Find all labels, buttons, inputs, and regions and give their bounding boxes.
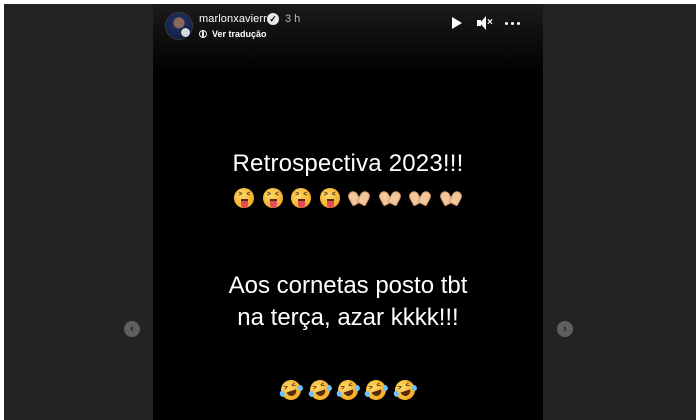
heart-hands-icon [376, 188, 403, 208]
rolling-laughing-icon: > < [392, 377, 418, 403]
verified-badge-icon: ✓ [267, 13, 279, 25]
play-icon[interactable] [447, 14, 465, 32]
rolling-laughing-icon: > < [335, 377, 361, 403]
username-link[interactable]: marlonxavierr [199, 13, 267, 25]
story-body-line-2: na terça, azar kkkk!!! [237, 304, 459, 331]
chevron-right-icon: › [563, 323, 567, 335]
avatar[interactable] [165, 12, 193, 40]
heart-hands-icon [437, 188, 464, 208]
heart-hands-icon [407, 188, 433, 208]
chevron-left-icon: ‹ [130, 323, 134, 335]
rolling-laughing-icon: > < [278, 377, 304, 403]
avatar-badge [180, 27, 191, 38]
post-time: 3 h [285, 13, 301, 25]
mute-icon[interactable]: × [475, 14, 493, 32]
squinting-tongue-face-icon: > < [319, 188, 340, 208]
rolling-laughing-icon: > < [306, 377, 333, 403]
story-body: Aos cornetas posto tbt na terça, azar kk… [153, 270, 543, 334]
next-story-button[interactable]: › [557, 321, 573, 337]
story-headline: Retrospectiva 2023!!! [232, 150, 464, 177]
emoji-row-2: > < > < > < > < > < [153, 377, 543, 403]
story-card[interactable]: marlonxavierr ✓ 3 h Ver tradução × Retro… [153, 4, 543, 420]
squinting-tongue-face-icon: > < [234, 188, 255, 208]
more-options-icon[interactable] [503, 14, 521, 32]
emoji-row-1: > < > < > < > < [153, 188, 543, 208]
story-header: marlonxavierr ✓ 3 h Ver tradução × [165, 10, 531, 44]
previous-story-button[interactable]: ‹ [124, 321, 140, 337]
heart-hands-icon [346, 188, 372, 208]
rolling-laughing-icon: > < [363, 377, 390, 403]
see-translation-label: Ver tradução [212, 29, 267, 39]
squinting-tongue-face-icon: > < [291, 188, 312, 208]
translate-globe-icon [199, 30, 207, 38]
story-body-line-1: Aos cornetas posto tbt [228, 272, 468, 299]
squinting-tongue-face-icon: > < [262, 188, 283, 208]
